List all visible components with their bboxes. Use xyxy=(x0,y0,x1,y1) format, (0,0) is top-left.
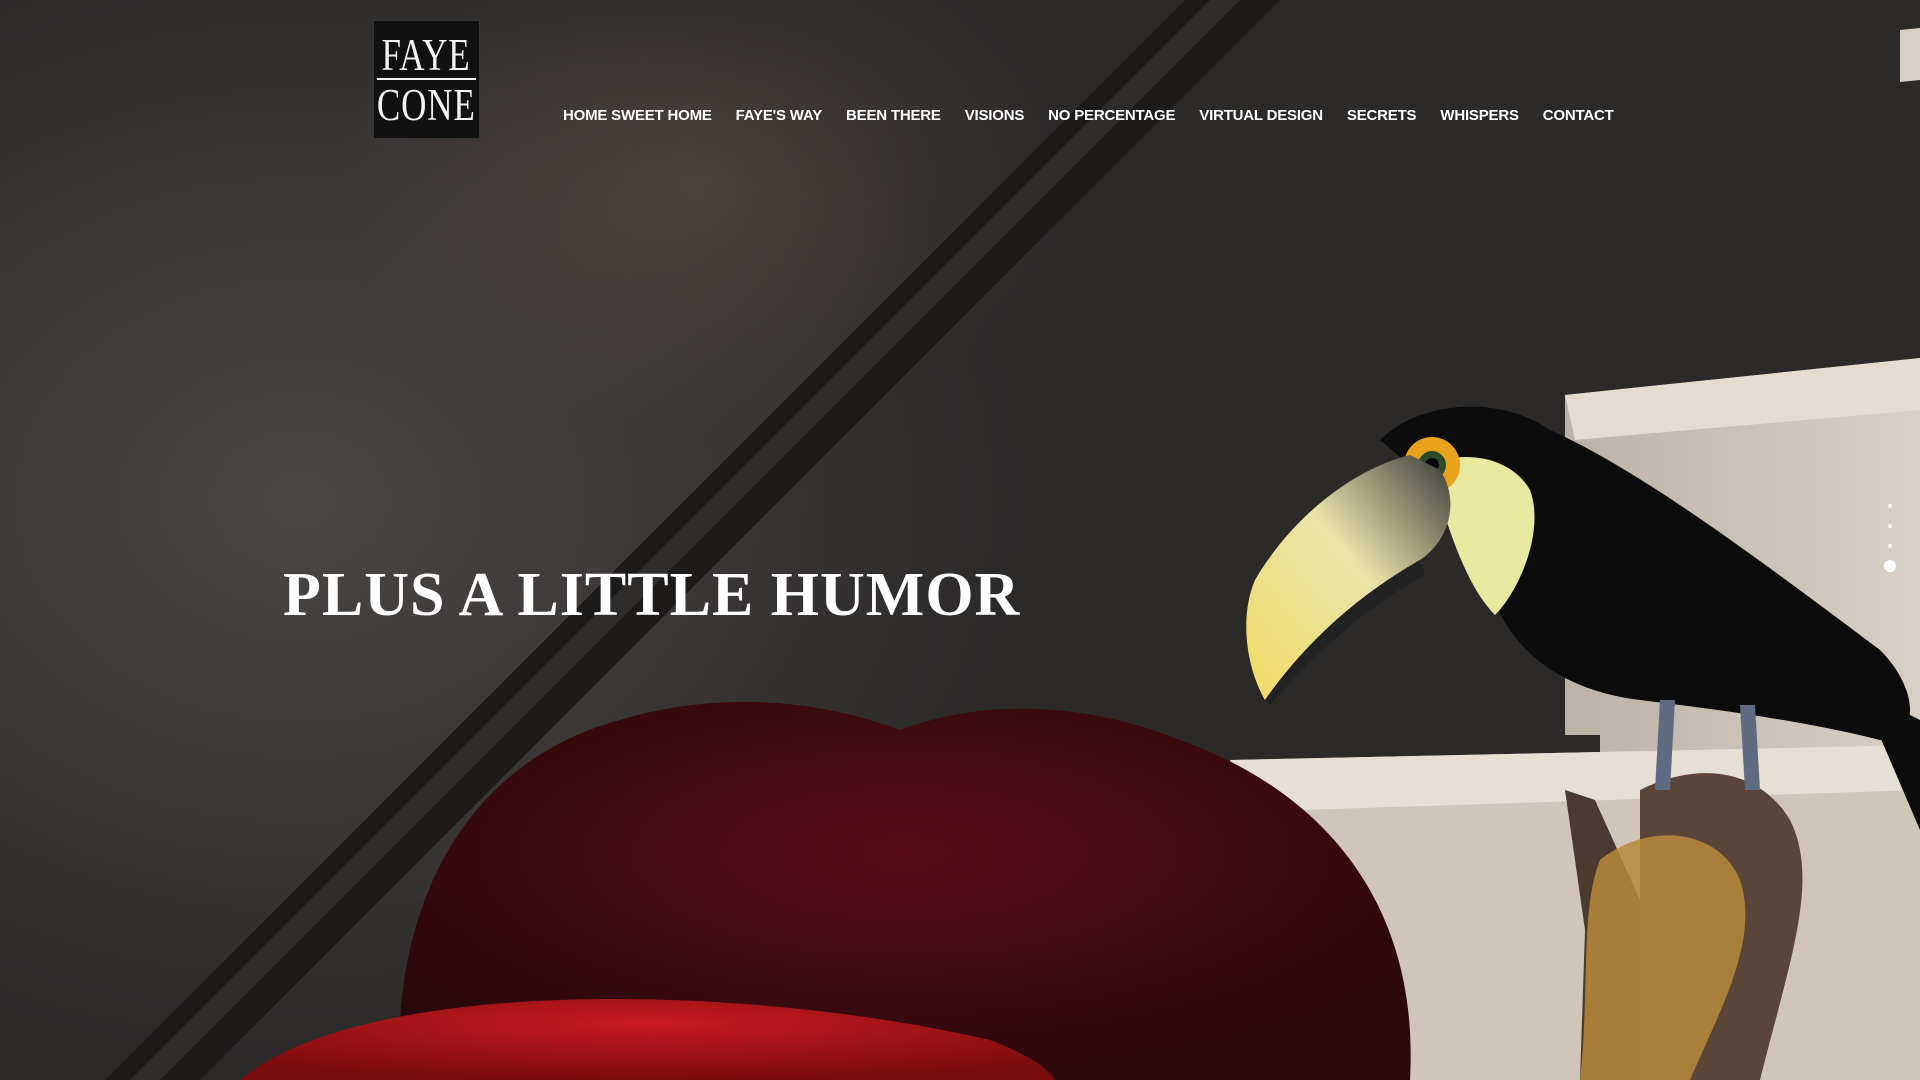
nav-item-visions[interactable]: VISIONS xyxy=(965,107,1025,124)
slider-pagination xyxy=(1880,504,1900,588)
nav-item-virtual-design[interactable]: VIRTUAL DESIGN xyxy=(1199,107,1323,124)
nav-item-been-there[interactable]: BEEN THERE xyxy=(846,107,941,124)
logo-text-top: FAYE xyxy=(382,29,471,80)
logo[interactable]: FAYE CONE xyxy=(373,20,480,139)
fur-pillow-graphic xyxy=(240,701,1411,1080)
slider-dot-4-active[interactable] xyxy=(1884,560,1896,572)
hero-headline: PLUS A LITTLE HUMOR xyxy=(283,561,1021,629)
hero-section: FAYE CONE HOME SWEET HOME FAYE'S WAY BEE… xyxy=(0,0,1920,1080)
hero-background-photo xyxy=(105,0,1920,1080)
slider-dot-3[interactable] xyxy=(1888,544,1892,548)
nav-item-no-percentage[interactable]: NO PERCENTAGE xyxy=(1048,107,1175,124)
main-nav: HOME SWEET HOME FAYE'S WAY BEEN THERE VI… xyxy=(563,107,1638,124)
nav-item-contact[interactable]: CONTACT xyxy=(1543,107,1614,124)
nav-item-whispers[interactable]: WHISPERS xyxy=(1440,107,1519,124)
perch-graphic xyxy=(1565,773,1803,1080)
logo-text-bottom: CONE xyxy=(377,77,476,130)
slider-dot-1[interactable] xyxy=(1888,504,1892,508)
slider-dot-2[interactable] xyxy=(1888,524,1892,528)
nav-item-home-sweet-home[interactable]: HOME SWEET HOME xyxy=(563,107,712,124)
nav-item-secrets[interactable]: SECRETS xyxy=(1347,107,1417,124)
nav-item-fayes-way[interactable]: FAYE'S WAY xyxy=(736,107,823,124)
